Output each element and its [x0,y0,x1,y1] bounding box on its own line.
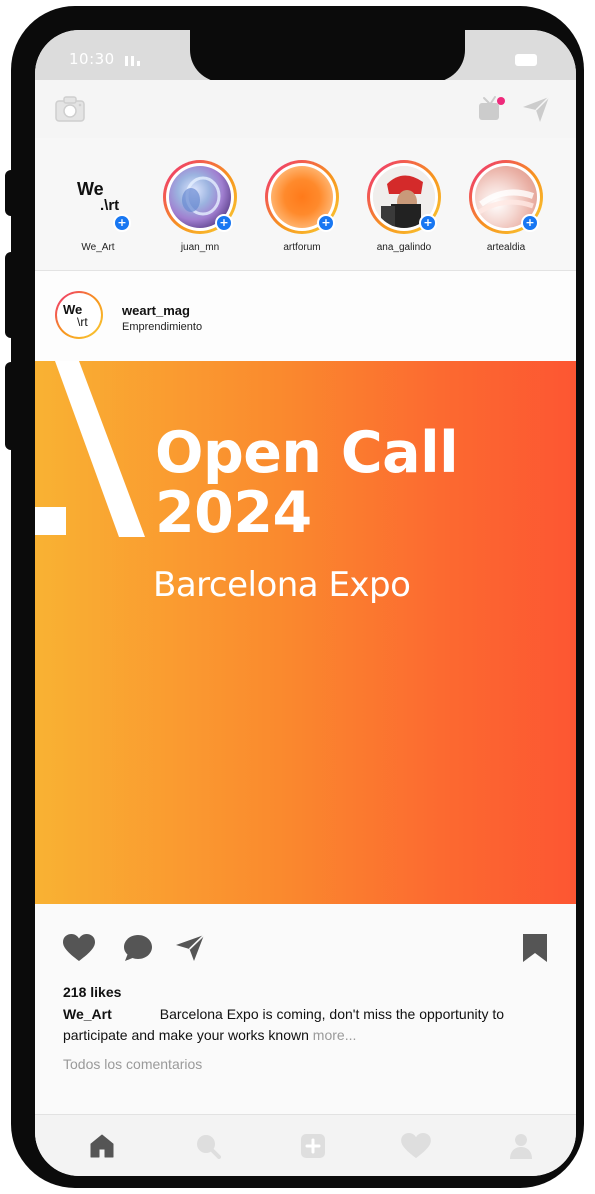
comment-icon[interactable] [123,934,153,962]
post-header: We \rt weart_mag Emprendimiento [35,271,576,361]
view-comments-link[interactable]: Todos los comentarios [63,1056,202,1072]
post-caption: We_Art Barcelona Expo is coming, don't mi… [63,1004,543,1046]
add-icon: + [521,214,539,232]
post-actions: 218 likes We_Art Barcelona Expo is coming… [35,904,576,1114]
add-story-icon[interactable]: + [113,214,131,232]
phone-frame: 10:30 We .\rt + We_Art + juan_mn + artfo… [11,6,584,1188]
post-username[interactable]: weart_mag [122,303,190,318]
add-icon[interactable] [300,1133,326,1159]
story-label: juan_mn [180,242,220,253]
art-logo-mark [35,361,145,537]
likes-count: 218 likes [63,984,122,1000]
add-icon: + [419,214,437,232]
story-label: We_Art [81,242,115,253]
post-subtitle: Emprendimiento [122,321,203,333]
bottom-nav [35,1114,576,1176]
tv-icon[interactable] [476,93,506,123]
caption-username[interactable]: We_Art [63,1006,112,1022]
activity-heart-icon[interactable] [401,1133,431,1159]
we-art-logo-sub: .\rt [100,197,120,214]
caption-more-link[interactable]: more... [313,1027,357,1043]
send-icon[interactable] [521,95,551,123]
battery-icon [515,54,537,66]
banner-title: Open Call 2024 [155,420,459,546]
banner-subtitle: Barcelona Expo [153,565,411,605]
bookmark-icon[interactable] [521,933,549,963]
app-bar [35,80,576,139]
story-ana-galindo[interactable]: + ana_galindo [361,160,447,253]
story-we-art[interactable]: We .\rt + We_Art [55,160,141,253]
story-artealdia[interactable]: + artealdia [463,160,549,253]
post-image[interactable]: Open Call 2024 Barcelona Expo [35,361,576,904]
add-icon: + [317,214,335,232]
add-icon: + [215,214,233,232]
caption-text: Barcelona Expo is coming, don't miss the… [63,1006,505,1043]
story-label: ana_galindo [376,242,432,253]
share-icon[interactable] [175,934,205,962]
stories-bar: We .\rt + We_Art + juan_mn + artforum + … [35,138,576,271]
home-icon[interactable] [89,1133,115,1159]
camera-icon[interactable] [55,96,85,122]
post-avatar[interactable]: We \rt [55,291,103,339]
profile-icon[interactable] [509,1133,533,1159]
signal-icon [125,56,140,66]
notch [190,30,465,82]
heart-icon[interactable] [63,934,95,962]
search-icon[interactable] [195,1133,221,1159]
story-juan-mn[interactable]: + juan_mn [157,160,243,253]
story-artforum[interactable]: + artforum [259,160,345,253]
status-time: 10:30 [69,50,115,68]
story-label: artforum [283,242,321,253]
story-label: artealdia [486,242,526,253]
avatar-logo-sub: \rt [77,315,88,329]
phone-screen: 10:30 We .\rt + We_Art + juan_mn + artfo… [35,30,576,1176]
